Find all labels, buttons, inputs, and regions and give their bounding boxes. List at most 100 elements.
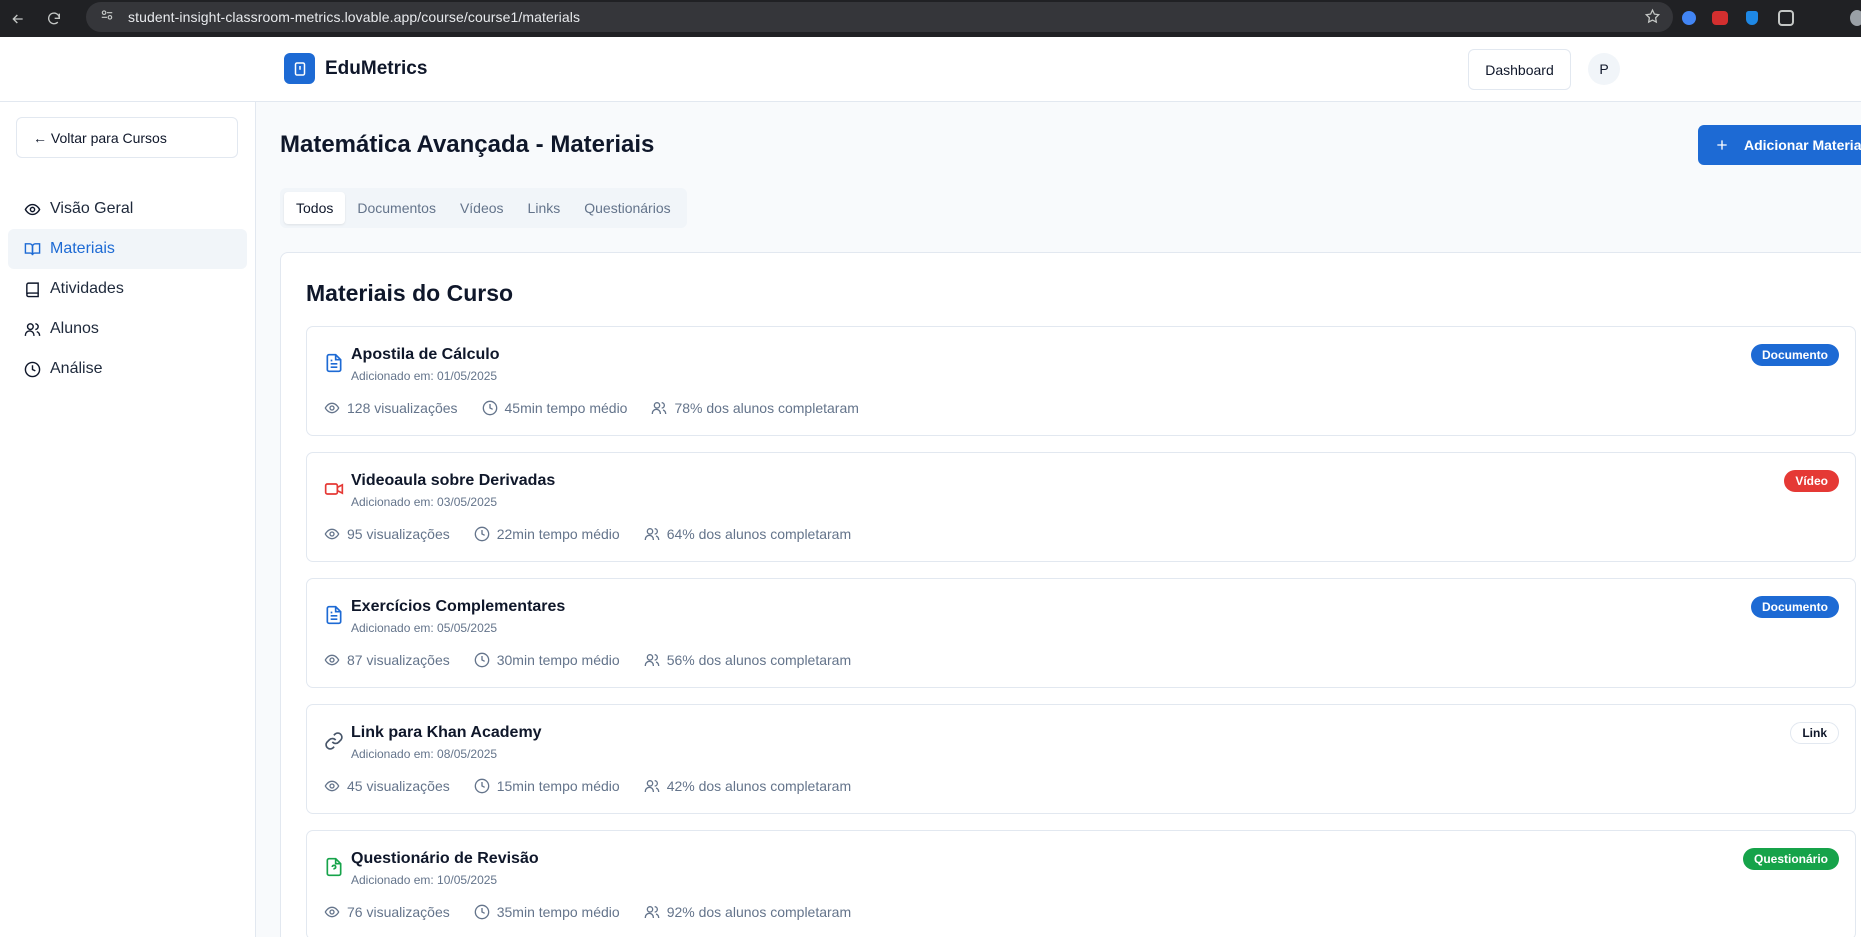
completion-rate: 56% dos alunos completaram (666, 652, 852, 668)
users-icon (24, 322, 41, 336)
views-count: 45 visualizações (347, 778, 450, 794)
sidebar-item-materials[interactable]: Materiais (8, 229, 247, 269)
dashboard-button[interactable]: Dashboard (1468, 49, 1571, 90)
eye-icon (324, 402, 340, 414)
sidebar: ← Voltar para Cursos Visão Geral Materia… (0, 102, 256, 937)
eye-icon (24, 203, 41, 215)
users-icon (652, 402, 667, 414)
material-date: Adicionado em: 10/05/2025 (351, 873, 498, 887)
average-time: 15min tempo médio (496, 778, 620, 794)
plus-icon (1717, 140, 1727, 150)
views-count: 87 visualizações (347, 652, 450, 668)
sidebar-item-label: Visão Geral (50, 200, 134, 217)
users-icon (644, 780, 660, 792)
materials-list: Apostila de Cálculo Adicionado em: 01/05… (306, 326, 1856, 937)
browser-toolbar: student-insight-classroom-metrics.lovabl… (0, 0, 1861, 37)
sidebar-item-label: Alunos (50, 320, 99, 337)
views-count: 76 visualizações (347, 904, 450, 920)
extension-icon[interactable] (1682, 11, 1696, 25)
completion-rate: 78% dos alunos completaram (674, 400, 859, 416)
material-item[interactable]: Videoaula sobre Derivadas Adicionado em:… (306, 452, 1856, 562)
brand-name: EduMetrics (325, 57, 428, 79)
eye-icon (324, 654, 340, 666)
average-time: 45min tempo médio (504, 400, 628, 416)
eye-icon (324, 528, 340, 540)
average-time: 35min tempo médio (496, 904, 620, 920)
edumetrics-logo-icon (284, 53, 315, 84)
views-count: 95 visualizações (347, 526, 450, 542)
average-time: 30min tempo médio (496, 652, 620, 668)
clock-icon (474, 904, 490, 920)
material-stats: 95 visualizações 22min tempo médio 64% d… (324, 526, 875, 542)
video-icon (324, 479, 344, 499)
material-item[interactable]: Questionário de Revisão Adicionado em: 1… (306, 830, 1856, 937)
sidebar-item-overview[interactable]: Visão Geral (8, 189, 247, 229)
extension-icon[interactable] (1712, 11, 1728, 25)
brand[interactable]: EduMetrics (284, 53, 427, 84)
quiz-icon (324, 857, 344, 877)
tab-videos[interactable]: Vídeos (448, 192, 516, 224)
material-item[interactable]: Exercícios Complementares Adicionado em:… (306, 578, 1856, 688)
eye-icon (324, 906, 340, 918)
clock-icon (24, 361, 41, 377)
back-arrow-icon[interactable] (0, 5, 36, 33)
site-settings-icon[interactable] (100, 8, 114, 27)
sidebar-item-label: Análise (50, 360, 103, 377)
clock-icon (474, 526, 490, 542)
sidebar-item-label: Atividades (50, 280, 124, 297)
sidebar-item-activities[interactable]: Atividades (8, 269, 247, 309)
type-badge: Documento (1751, 344, 1839, 366)
type-badge: Link (1790, 722, 1839, 744)
type-badge: Vídeo (1784, 470, 1839, 492)
address-bar[interactable]: student-insight-classroom-metrics.lovabl… (86, 2, 1673, 32)
reload-icon[interactable] (36, 5, 72, 33)
material-item[interactable]: Apostila de Cálculo Adicionado em: 01/05… (306, 326, 1856, 436)
document-icon (324, 353, 344, 373)
completion-rate: 64% dos alunos completaram (666, 526, 852, 542)
book-icon (26, 281, 39, 297)
material-stats: 76 visualizações 35min tempo médio 92% d… (324, 904, 875, 920)
completion-rate: 42% dos alunos completaram (666, 778, 852, 794)
url-text: student-insight-classroom-metrics.lovabl… (128, 9, 581, 25)
material-filter-tabs: Todos Documentos Vídeos Links Questionár… (280, 188, 687, 228)
clock-icon (474, 652, 490, 668)
completion-rate: 92% dos alunos completaram (666, 904, 852, 920)
eye-icon (324, 780, 340, 792)
sidebar-item-analysis[interactable]: Análise (8, 349, 247, 389)
sidebar-nav: Visão Geral Materiais Atividades Alunos … (8, 189, 247, 389)
extension-icon[interactable] (1746, 11, 1758, 25)
back-to-courses-button[interactable]: ← Voltar para Cursos (16, 117, 238, 158)
link-icon (324, 731, 344, 751)
average-time: 22min tempo médio (496, 526, 620, 542)
document-icon (324, 605, 344, 625)
material-name: Questionário de Revisão (351, 850, 539, 867)
tab-documents[interactable]: Documentos (345, 192, 448, 224)
card-title: Materiais do Curso (306, 280, 514, 306)
page-title: Matemática Avançada - Materiais (280, 131, 655, 158)
tab-all[interactable]: Todos (284, 192, 346, 224)
profile-icon[interactable] (1850, 10, 1861, 26)
material-date: Adicionado em: 01/05/2025 (351, 369, 498, 383)
material-stats: 128 visualizações 45min tempo médio 78% … (324, 400, 883, 416)
sidebar-item-students[interactable]: Alunos (8, 309, 247, 349)
materials-card: Materiais do Curso Apostila de Cálculo A… (280, 252, 1861, 937)
type-badge: Questionário (1742, 848, 1839, 870)
sidebar-item-label: Materiais (50, 240, 115, 257)
type-badge: Documento (1751, 596, 1839, 618)
tab-quizzes[interactable]: Questionários (572, 192, 682, 224)
add-material-button[interactable]: Adicionar Material (1698, 125, 1861, 165)
material-date: Adicionado em: 05/05/2025 (351, 621, 498, 635)
bookmark-star-icon[interactable] (1644, 8, 1661, 30)
material-date: Adicionado em: 08/05/2025 (351, 747, 498, 761)
tab-links[interactable]: Links (516, 192, 573, 224)
app-header: EduMetrics Dashboard P (0, 37, 1861, 102)
material-stats: 45 visualizações 15min tempo médio 42% d… (324, 778, 875, 794)
users-icon (644, 528, 660, 540)
material-name: Exercícios Complementares (351, 598, 566, 615)
users-icon (644, 654, 660, 666)
material-item[interactable]: Link para Khan Academy Adicionado em: 08… (306, 704, 1856, 814)
avatar[interactable]: P (1588, 53, 1620, 85)
extensions-puzzle-icon[interactable] (1778, 10, 1794, 26)
clock-icon (474, 778, 490, 794)
views-count: 128 visualizações (347, 400, 458, 416)
